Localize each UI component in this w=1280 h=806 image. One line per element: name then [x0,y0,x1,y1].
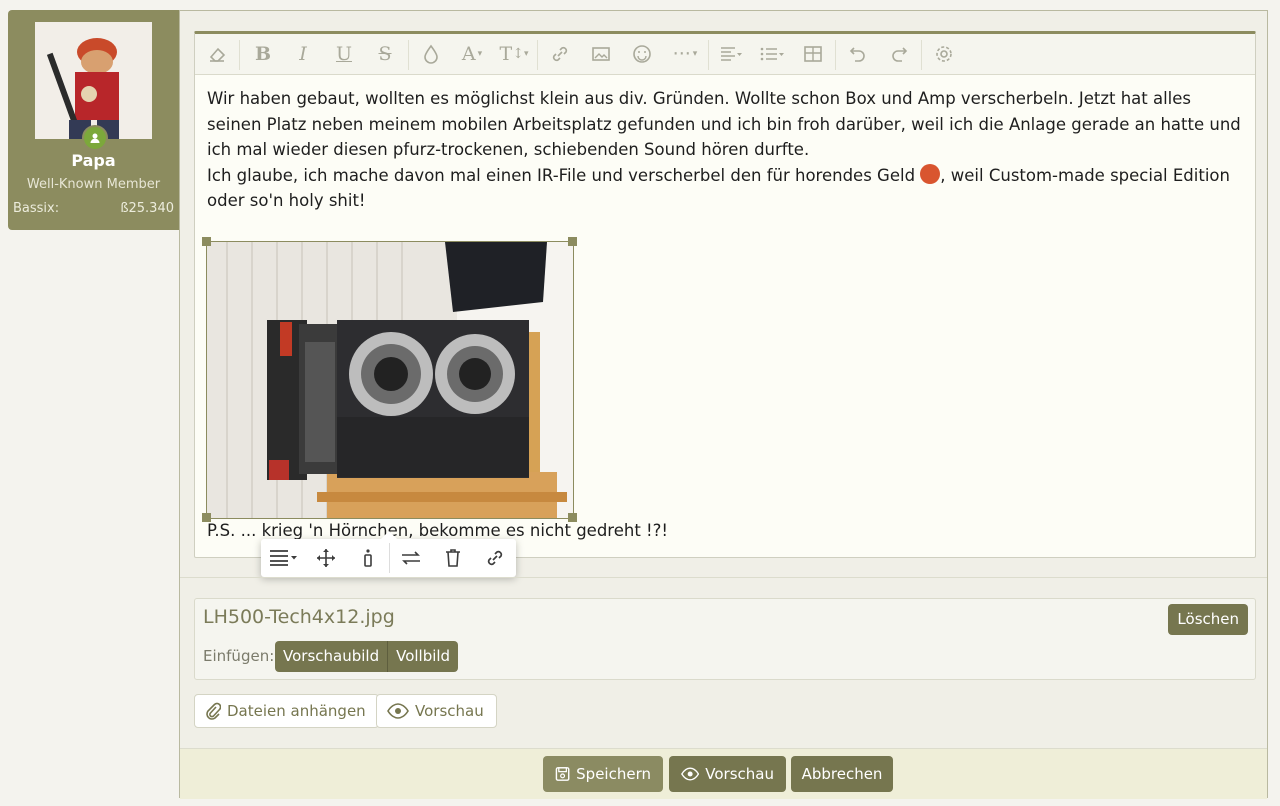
user-title: Well-Known Member [26,177,161,192]
move-icon[interactable] [305,539,347,577]
text-color-icon[interactable] [411,34,451,74]
delete-trash-icon[interactable] [432,539,474,577]
online-status-icon [82,125,108,151]
editor-content[interactable]: Wir haben gebaut, wollten es möglichst k… [207,86,1247,214]
table-icon[interactable] [793,34,833,74]
preview-secondary-button[interactable]: Vorschau [376,694,497,728]
replace-image-icon[interactable] [390,539,432,577]
font-size-icon[interactable]: T ↕ ▾ [493,34,535,74]
cancel-label: Abbrechen [801,765,883,783]
user-card: Papa Well-Known Member Bassix: ß25.340 [8,10,189,230]
clear-formatting-icon[interactable] [195,34,239,74]
stat-label: Bassix: [13,201,60,216]
insert-label: Einfügen: [203,647,275,665]
paperclip-icon [206,702,221,720]
eye-icon [681,767,700,781]
paragraph-2: Ich glaube, ich mache davon mal einen IR… [207,163,1247,214]
preview-label: Vorschau [705,765,774,783]
form-footer: Speichern Vorschau Abbrechen [180,748,1267,799]
postscript-line: P.S. ... krieg 'n Hörnchen, bekomme es n… [207,521,669,540]
redo-icon[interactable] [879,34,919,74]
save-label: Speichern [576,765,651,783]
eye-icon [387,703,409,719]
paragraph-1: Wir haben gebaut, wollten es möglichst k… [207,89,1241,160]
reply-container: B I U S A ▾ T ↕ ▾ ··· ▾ Wir haben gebaut… [179,10,1268,799]
bass-cabinet-photo [207,242,573,518]
list-icon[interactable] [752,34,792,74]
undo-icon[interactable] [838,34,878,74]
image-align-icon[interactable] [261,539,305,577]
image-icon[interactable] [581,34,621,74]
italic-icon[interactable]: I [283,34,323,74]
attachment-box: LH500-Tech4x12.jpg Löschen Einfügen: Vor… [194,598,1256,680]
save-button[interactable]: Speichern [543,756,663,792]
cancel-button[interactable]: Abbrechen [791,756,893,792]
insert-full-image-button[interactable]: Vollbild [387,641,459,672]
preview-button[interactable]: Vorschau [669,756,786,792]
more-options-icon[interactable]: ··· ▾ [664,34,706,74]
embedded-image[interactable] [206,241,574,519]
paragraph-2-start: Ich glaube, ich mache davon mal einen IR… [207,165,921,185]
alt-text-icon[interactable] [347,539,389,577]
underline-icon[interactable]: U [324,34,364,74]
username[interactable]: Papa [8,151,179,170]
avatar-image [35,22,152,139]
bold-icon[interactable]: B [243,34,283,74]
editor-toolbar: B I U S A ▾ T ↕ ▾ ··· ▾ [195,34,1255,75]
section-divider [180,577,1267,578]
resize-handle-top-left[interactable] [202,237,211,246]
avatar[interactable] [35,22,152,139]
stat-value: ß25.340 [120,201,174,216]
insert-thumbnail-button[interactable]: Vorschaubild [275,641,388,672]
settings-gear-icon[interactable] [924,34,964,74]
insert-button-group: Vorschaubild Vollbild [275,641,459,672]
save-disk-icon [555,767,570,781]
image-link-icon[interactable] [474,539,516,577]
attach-files-label: Dateien anhängen [227,702,366,720]
attachment-filename: LH500-Tech4x12.jpg [203,606,395,628]
rich-text-editor[interactable]: B I U S A ▾ T ↕ ▾ ··· ▾ Wir haben gebaut… [194,31,1256,577]
preview-secondary-label: Vorschau [415,702,484,720]
devil-emoji-icon [920,163,941,184]
link-icon[interactable] [540,34,580,74]
strikethrough-icon[interactable]: S [365,34,405,74]
align-icon[interactable] [711,34,751,74]
image-edit-popup [261,531,516,577]
delete-attachment-button[interactable]: Löschen [1168,604,1248,635]
popup-caret [381,531,397,539]
emoji-icon[interactable] [622,34,662,74]
resize-handle-top-right[interactable] [568,237,577,246]
font-family-icon[interactable]: A ▾ [452,34,492,74]
attach-files-button[interactable]: Dateien anhängen [194,694,379,728]
